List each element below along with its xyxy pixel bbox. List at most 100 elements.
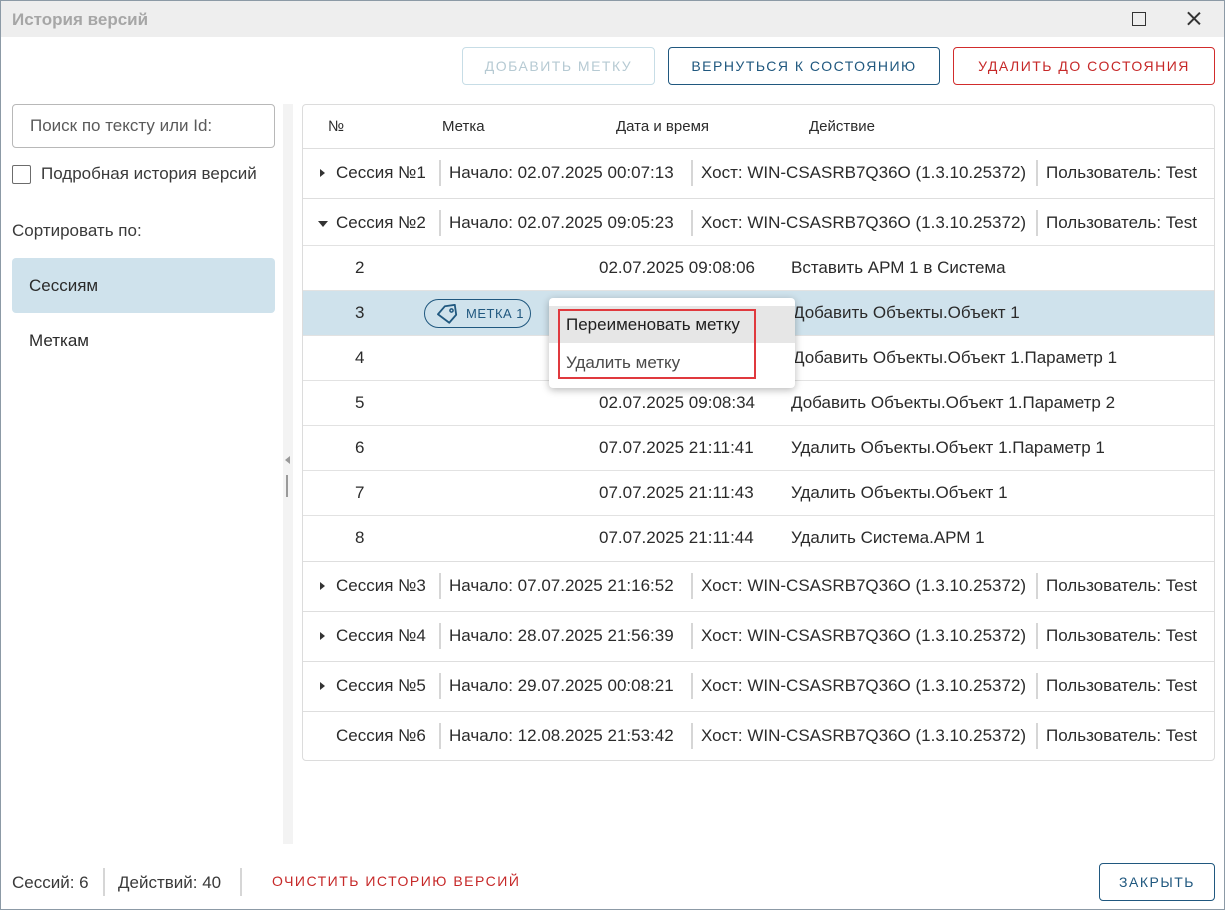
- divider: [691, 623, 693, 649]
- action-datetime: 07.07.2025 21:11:44: [599, 528, 754, 547]
- action-text: Добавить Объекты.Объект 1.Параметр 2: [791, 393, 1116, 412]
- column-header-num[interactable]: №: [328, 118, 344, 135]
- maximize-icon[interactable]: [1126, 7, 1152, 31]
- chevron-right-icon[interactable]: [320, 582, 325, 590]
- session-user: Пользователь: Test: [1046, 213, 1197, 232]
- action-text: Удалить Объекты.Объект 1.Параметр 1: [791, 438, 1105, 457]
- session-start: Начало: 02.07.2025 00:07:13: [449, 163, 674, 182]
- delete-to-state-button[interactable]: УДАЛИТЬ ДО СОСТОЯНИЯ: [953, 47, 1215, 85]
- delete-tag-menu-item[interactable]: Удалить метку: [549, 344, 795, 381]
- collapse-left-icon[interactable]: [285, 456, 290, 464]
- action-num: 6: [355, 438, 365, 457]
- divider: [691, 210, 693, 236]
- action-num: 7: [355, 483, 365, 502]
- title-bar: История версий: [1, 1, 1224, 37]
- tag-icon: [437, 304, 458, 324]
- column-header-action[interactable]: Действие: [809, 118, 875, 135]
- detailed-history-checkbox[interactable]: [12, 164, 31, 184]
- divider: [1036, 160, 1038, 186]
- action-datetime: 07.07.2025 21:11:41: [599, 438, 754, 457]
- action-datetime: 02.07.2025 09:08:06: [599, 258, 755, 277]
- tag-context-menu: Переименовать метку Удалить метку: [549, 298, 795, 388]
- actions-count: Действий: 40: [118, 873, 222, 892]
- panel-splitter[interactable]: [283, 104, 293, 844]
- add-tag-button: ДОБАВИТЬ МЕТКУ: [462, 47, 655, 85]
- session-name: Сессия №4: [336, 626, 426, 645]
- window-title: История версий: [12, 10, 149, 29]
- session-start: Начало: 02.07.2025 09:05:23: [449, 213, 674, 232]
- action-num: 8: [355, 528, 365, 547]
- action-text: Удалить Система.АРМ 1: [791, 528, 985, 547]
- divider: [691, 673, 693, 699]
- divider: [439, 723, 441, 749]
- action-text: Добавить Объекты.Объект 1.Параметр 1: [793, 348, 1118, 367]
- divider: [1036, 623, 1038, 649]
- sessions-count: Сессий: 6: [12, 873, 89, 892]
- divider: [439, 623, 441, 649]
- session-start: Начало: 07.07.2025 21:16:52: [449, 576, 674, 595]
- close-icon[interactable]: [1181, 7, 1207, 31]
- clear-history-button[interactable]: ОЧИСТИТЬ ИСТОРИЮ ВЕРСИЙ: [272, 873, 520, 889]
- action-num: 4: [355, 348, 365, 367]
- divider: [691, 160, 693, 186]
- sort-label: Сортировать по:: [12, 221, 142, 240]
- sort-option-tags[interactable]: Меткам: [12, 313, 275, 368]
- session-name: Сессия №1: [336, 163, 426, 182]
- action-row[interactable]: 8 07.07.2025 21:11:44 Удалить Система.АР…: [303, 515, 1214, 560]
- session-user: Пользователь: Test: [1046, 676, 1197, 695]
- session-row[interactable]: Сессия №2 Начало: 02.07.2025 09:05:23 Хо…: [303, 198, 1214, 248]
- session-user: Пользователь: Test: [1046, 576, 1197, 595]
- session-start: Начало: 28.07.2025 21:56:39: [449, 626, 674, 645]
- tag-chip[interactable]: МЕТКА 1: [424, 299, 531, 328]
- session-row[interactable]: Сессия №3 Начало: 07.07.2025 21:16:52 Хо…: [303, 561, 1214, 611]
- session-host: Хост: WIN-CSASRB7Q36O (1.3.10.25372): [701, 726, 1027, 745]
- return-to-state-button[interactable]: ВЕРНУТЬСЯ К СОСТОЯНИЮ: [668, 47, 940, 85]
- session-host: Хост: WIN-CSASRB7Q36O (1.3.10.25372): [701, 676, 1027, 695]
- version-history-window: История версий ДОБАВИТЬ МЕТКУ ВЕРНУТЬСЯ …: [0, 0, 1225, 910]
- chevron-down-icon[interactable]: [318, 221, 328, 227]
- session-host: Хост: WIN-CSASRB7Q36O (1.3.10.25372): [701, 576, 1027, 595]
- action-num: 2: [355, 258, 365, 277]
- session-user: Пользователь: Test: [1046, 626, 1197, 645]
- session-name: Сессия №2: [336, 213, 426, 232]
- divider: [1036, 210, 1038, 236]
- divider: [439, 573, 441, 599]
- search-input[interactable]: [12, 104, 275, 148]
- chevron-right-icon[interactable]: [320, 682, 325, 690]
- action-row[interactable]: 6 07.07.2025 21:11:41 Удалить Объекты.Об…: [303, 425, 1214, 470]
- session-row[interactable]: Сессия №4 Начало: 28.07.2025 21:56:39 Хо…: [303, 611, 1214, 661]
- divider: [103, 868, 105, 896]
- divider: [1036, 723, 1038, 749]
- tag-label: МЕТКА 1: [466, 306, 525, 321]
- close-button[interactable]: ЗАКРЫТЬ: [1099, 863, 1215, 901]
- action-row[interactable]: 2 02.07.2025 09:08:06 Вставить АРМ 1 в С…: [303, 245, 1214, 290]
- column-header-tag[interactable]: Метка: [442, 118, 485, 135]
- session-name: Сессия №6: [336, 726, 426, 745]
- session-row[interactable]: Сессия №1 Начало: 02.07.2025 00:07:13 Хо…: [303, 148, 1214, 198]
- chevron-right-icon[interactable]: [320, 169, 325, 177]
- divider: [691, 723, 693, 749]
- action-datetime: 07.07.2025 21:11:43: [599, 483, 754, 502]
- session-host: Хост: WIN-CSASRB7Q36O (1.3.10.25372): [701, 163, 1027, 182]
- divider: [1036, 673, 1038, 699]
- column-header-datetime[interactable]: Дата и время: [616, 118, 709, 135]
- action-num: 5: [355, 393, 365, 412]
- session-user: Пользователь: Test: [1046, 163, 1197, 182]
- action-row[interactable]: 7 07.07.2025 21:11:43 Удалить Объекты.Об…: [303, 470, 1214, 515]
- action-text: Удалить Объекты.Объект 1: [791, 483, 1008, 502]
- rename-tag-menu-item[interactable]: Переименовать метку: [549, 306, 795, 343]
- session-name: Сессия №5: [336, 676, 426, 695]
- divider: [240, 868, 242, 896]
- divider: [1036, 573, 1038, 599]
- sort-option-sessions[interactable]: Сессиям: [12, 258, 275, 313]
- splitter-grip-icon: [286, 475, 288, 497]
- session-row[interactable]: Сессия №6 Начало: 12.08.2025 21:53:42 Хо…: [303, 711, 1214, 760]
- chevron-right-icon[interactable]: [320, 632, 325, 640]
- divider: [439, 160, 441, 186]
- session-start: Начало: 29.07.2025 00:08:21: [449, 676, 674, 695]
- session-row[interactable]: Сессия №5 Начало: 29.07.2025 00:08:21 Хо…: [303, 661, 1214, 711]
- divider: [691, 573, 693, 599]
- detailed-history-label[interactable]: Подробная история версий: [41, 164, 257, 184]
- detailed-history-option[interactable]: Подробная история версий: [12, 164, 257, 184]
- action-datetime: 02.07.2025 09:08:34: [599, 393, 755, 412]
